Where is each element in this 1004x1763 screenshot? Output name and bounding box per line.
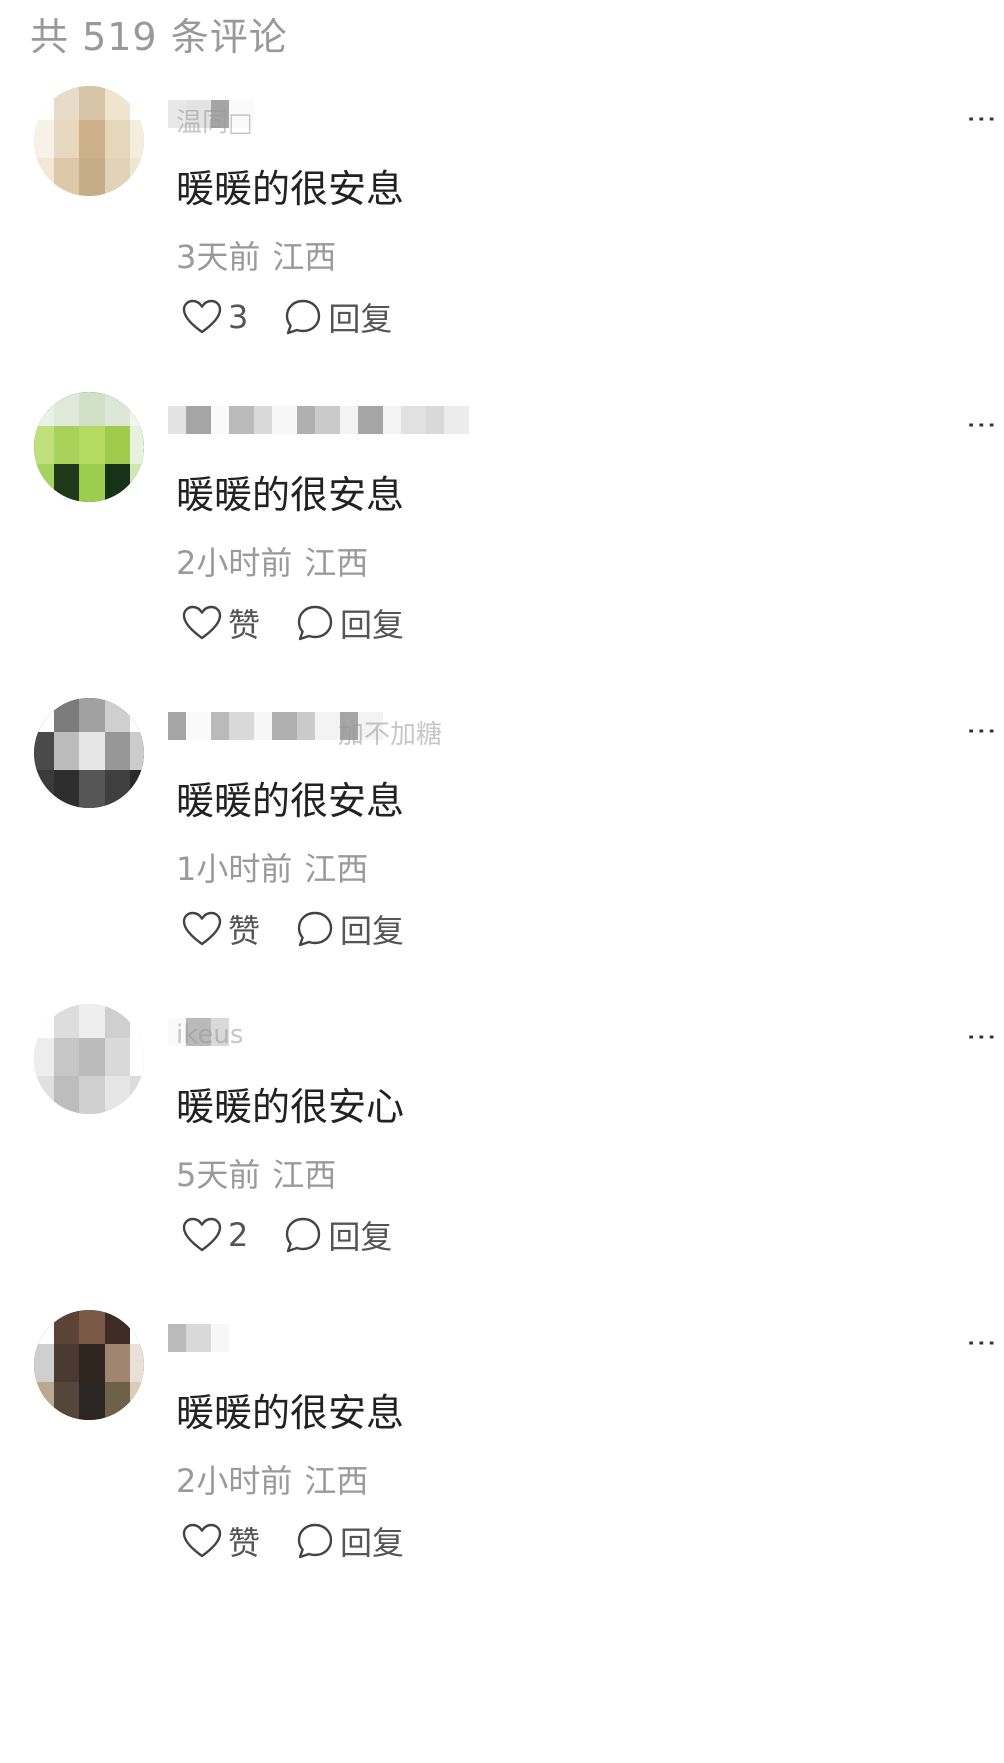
more-options-icon[interactable]: ⋮: [964, 716, 999, 750]
username-text: ikeus: [176, 1020, 244, 1050]
comment-text: 暖暖的很安息: [176, 779, 405, 823]
heart-icon: [182, 1523, 222, 1558]
reply-button[interactable]: 回复: [296, 906, 404, 952]
comment-bubble-icon: [286, 1217, 321, 1253]
like-count: 赞: [228, 1524, 261, 1562]
comment-time: 2小时前: [176, 1462, 293, 1500]
comment-location: 江西: [272, 1156, 337, 1194]
like-button[interactable]: 2: [182, 1216, 248, 1254]
comment-location: 江西: [304, 544, 369, 582]
comment-time: 5天前: [176, 1156, 261, 1194]
comment-location: 江西: [304, 850, 369, 888]
comment-time: 1小时前: [176, 850, 293, 888]
comment-actions: 赞 回复: [182, 906, 404, 952]
comment-location: 江西: [272, 238, 337, 276]
comment-text: 暖暖的很安息: [176, 1391, 405, 1435]
like-button[interactable]: 赞: [182, 1518, 260, 1564]
reply-label: 回复: [328, 300, 393, 338]
comment-location: 江西: [304, 1462, 369, 1500]
avatar[interactable]: [34, 1004, 144, 1114]
comment-bubble-icon: [297, 911, 333, 947]
username-mosaic: [168, 406, 469, 434]
more-options-icon[interactable]: ⋮: [964, 1328, 999, 1362]
reply-label: 回复: [340, 1524, 405, 1562]
heart-icon: [182, 911, 222, 946]
reply-button[interactable]: 回复: [284, 294, 392, 340]
comment-count-title: 共 519 条评论: [30, 15, 288, 59]
like-button[interactable]: 赞: [182, 906, 260, 952]
heart-icon: [182, 605, 222, 640]
comment-actions: 赞 回复: [182, 600, 404, 646]
reply-label: 回复: [340, 606, 405, 644]
comment-meta: 2小时前 江西: [176, 1456, 368, 1502]
comment-bubble-icon: [297, 1523, 333, 1559]
reply-label: 回复: [340, 912, 405, 950]
reply-button[interactable]: 回复: [296, 600, 404, 646]
more-options-icon[interactable]: ⋮: [964, 1022, 999, 1056]
comment-bubble-icon: [286, 299, 321, 335]
comment-item: ⋮ 暖暖的很安息 2小时前 江西赞 回复: [0, 392, 1004, 712]
comment-item: ikeus ⋮ 暖暖的很安心 5天前 江西 2 回复: [0, 1004, 1004, 1324]
avatar[interactable]: [34, 86, 144, 196]
like-count: 赞: [228, 606, 261, 644]
like-count: 赞: [228, 912, 261, 950]
comment-item: ⋮ 暖暖的很安息 2小时前 江西赞 回复: [0, 1310, 1004, 1630]
comment-item: 温同□ ⋮ 暖暖的很安息 3天前 江西 3 回复: [0, 86, 1004, 406]
more-options-icon[interactable]: ⋮: [964, 410, 999, 444]
username-text: 加不加糖: [338, 720, 443, 750]
comment-actions: 3 回复: [182, 294, 392, 340]
comment-actions: 2 回复: [182, 1212, 392, 1258]
comment-time: 2小时前: [176, 544, 293, 582]
heart-icon: [182, 1217, 222, 1252]
like-button[interactable]: 3: [182, 298, 248, 336]
username-mosaic: [168, 1324, 229, 1352]
comment-meta: 2小时前 江西: [176, 538, 368, 584]
reply-button[interactable]: 回复: [296, 1518, 404, 1564]
comment-bubble-icon: [297, 605, 333, 641]
comment-meta: 1小时前 江西: [176, 844, 368, 890]
comment-time: 3天前: [176, 238, 261, 276]
comment-actions: 赞 回复: [182, 1518, 404, 1564]
reply-label: 回复: [328, 1218, 393, 1256]
username-text: 温同□: [176, 108, 253, 138]
comment-meta: 3天前 江西: [176, 232, 336, 278]
reply-button[interactable]: 回复: [284, 1212, 392, 1258]
heart-icon: [182, 299, 222, 334]
comment-item: 加不加糖 ⋮ 暖暖的很安息 1小时前 江西赞 回复: [0, 698, 1004, 1018]
comment-meta: 5天前 江西: [176, 1150, 336, 1196]
comment-text: 暖暖的很安心: [176, 1085, 405, 1129]
avatar[interactable]: [34, 392, 144, 502]
avatar[interactable]: [34, 698, 144, 808]
avatar[interactable]: [34, 1310, 144, 1420]
comment-text: 暖暖的很安息: [176, 473, 405, 517]
more-options-icon[interactable]: ⋮: [964, 104, 999, 138]
like-count: 3: [228, 298, 249, 336]
like-count: 2: [228, 1216, 249, 1254]
comment-text: 暖暖的很安息: [176, 167, 405, 211]
like-button[interactable]: 赞: [182, 600, 260, 646]
